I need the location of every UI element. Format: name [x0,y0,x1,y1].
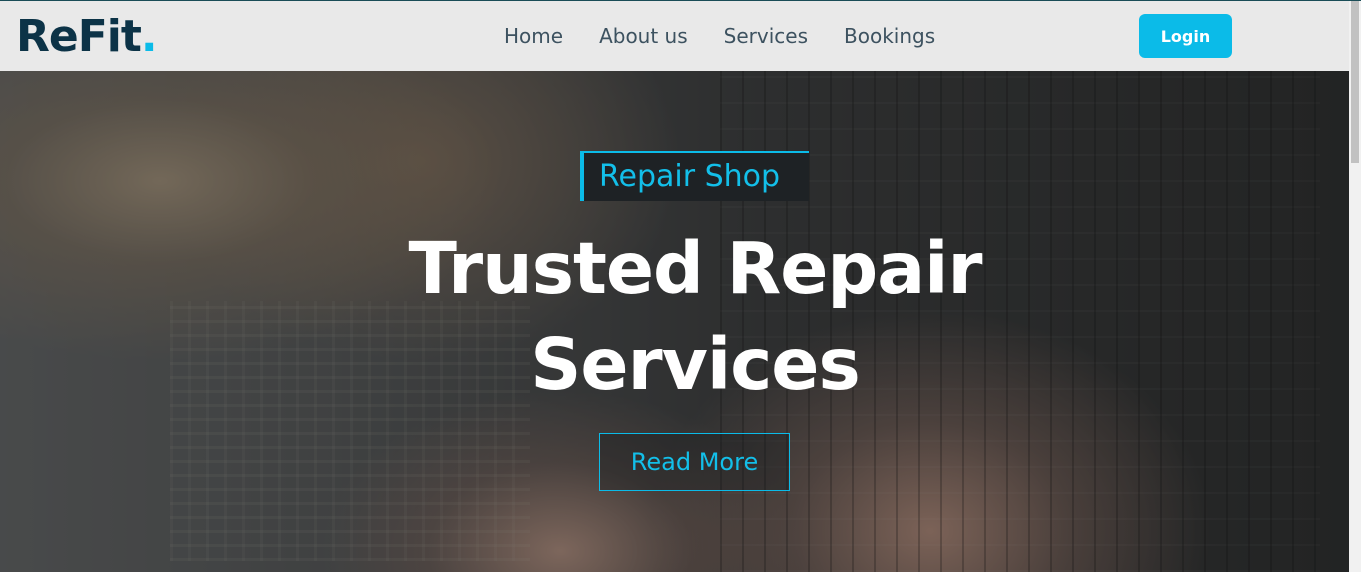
navbar: ReFit. Home About us Services Bookings L… [0,1,1349,71]
hero-headline-line1: Trusted Repair [408,227,983,310]
brand-dot: . [140,11,158,62]
page-scrollbar[interactable] [1349,1,1361,572]
hero-tag: Repair Shop [580,151,809,201]
brand-name: ReFit [16,11,142,62]
brand-logo[interactable]: ReFit. [16,9,158,65]
read-more-button[interactable]: Read More [599,433,790,491]
nav-link-services[interactable]: Services [724,21,808,51]
hero-headline: Trusted Repair Services [345,221,1045,413]
nav-link-about-us[interactable]: About us [599,21,688,51]
login-button[interactable]: Login [1139,14,1232,58]
nav-link-home[interactable]: Home [504,21,563,51]
hero-headline-line2: Services [530,323,860,406]
scrollbar-thumb[interactable] [1351,1,1359,163]
main-nav: Home About us Services Bookings [504,21,935,51]
hero-section: Repair Shop Trusted Repair Services Read… [0,71,1349,572]
nav-link-bookings[interactable]: Bookings [844,21,935,51]
page: ReFit. Home About us Services Bookings L… [0,0,1361,572]
